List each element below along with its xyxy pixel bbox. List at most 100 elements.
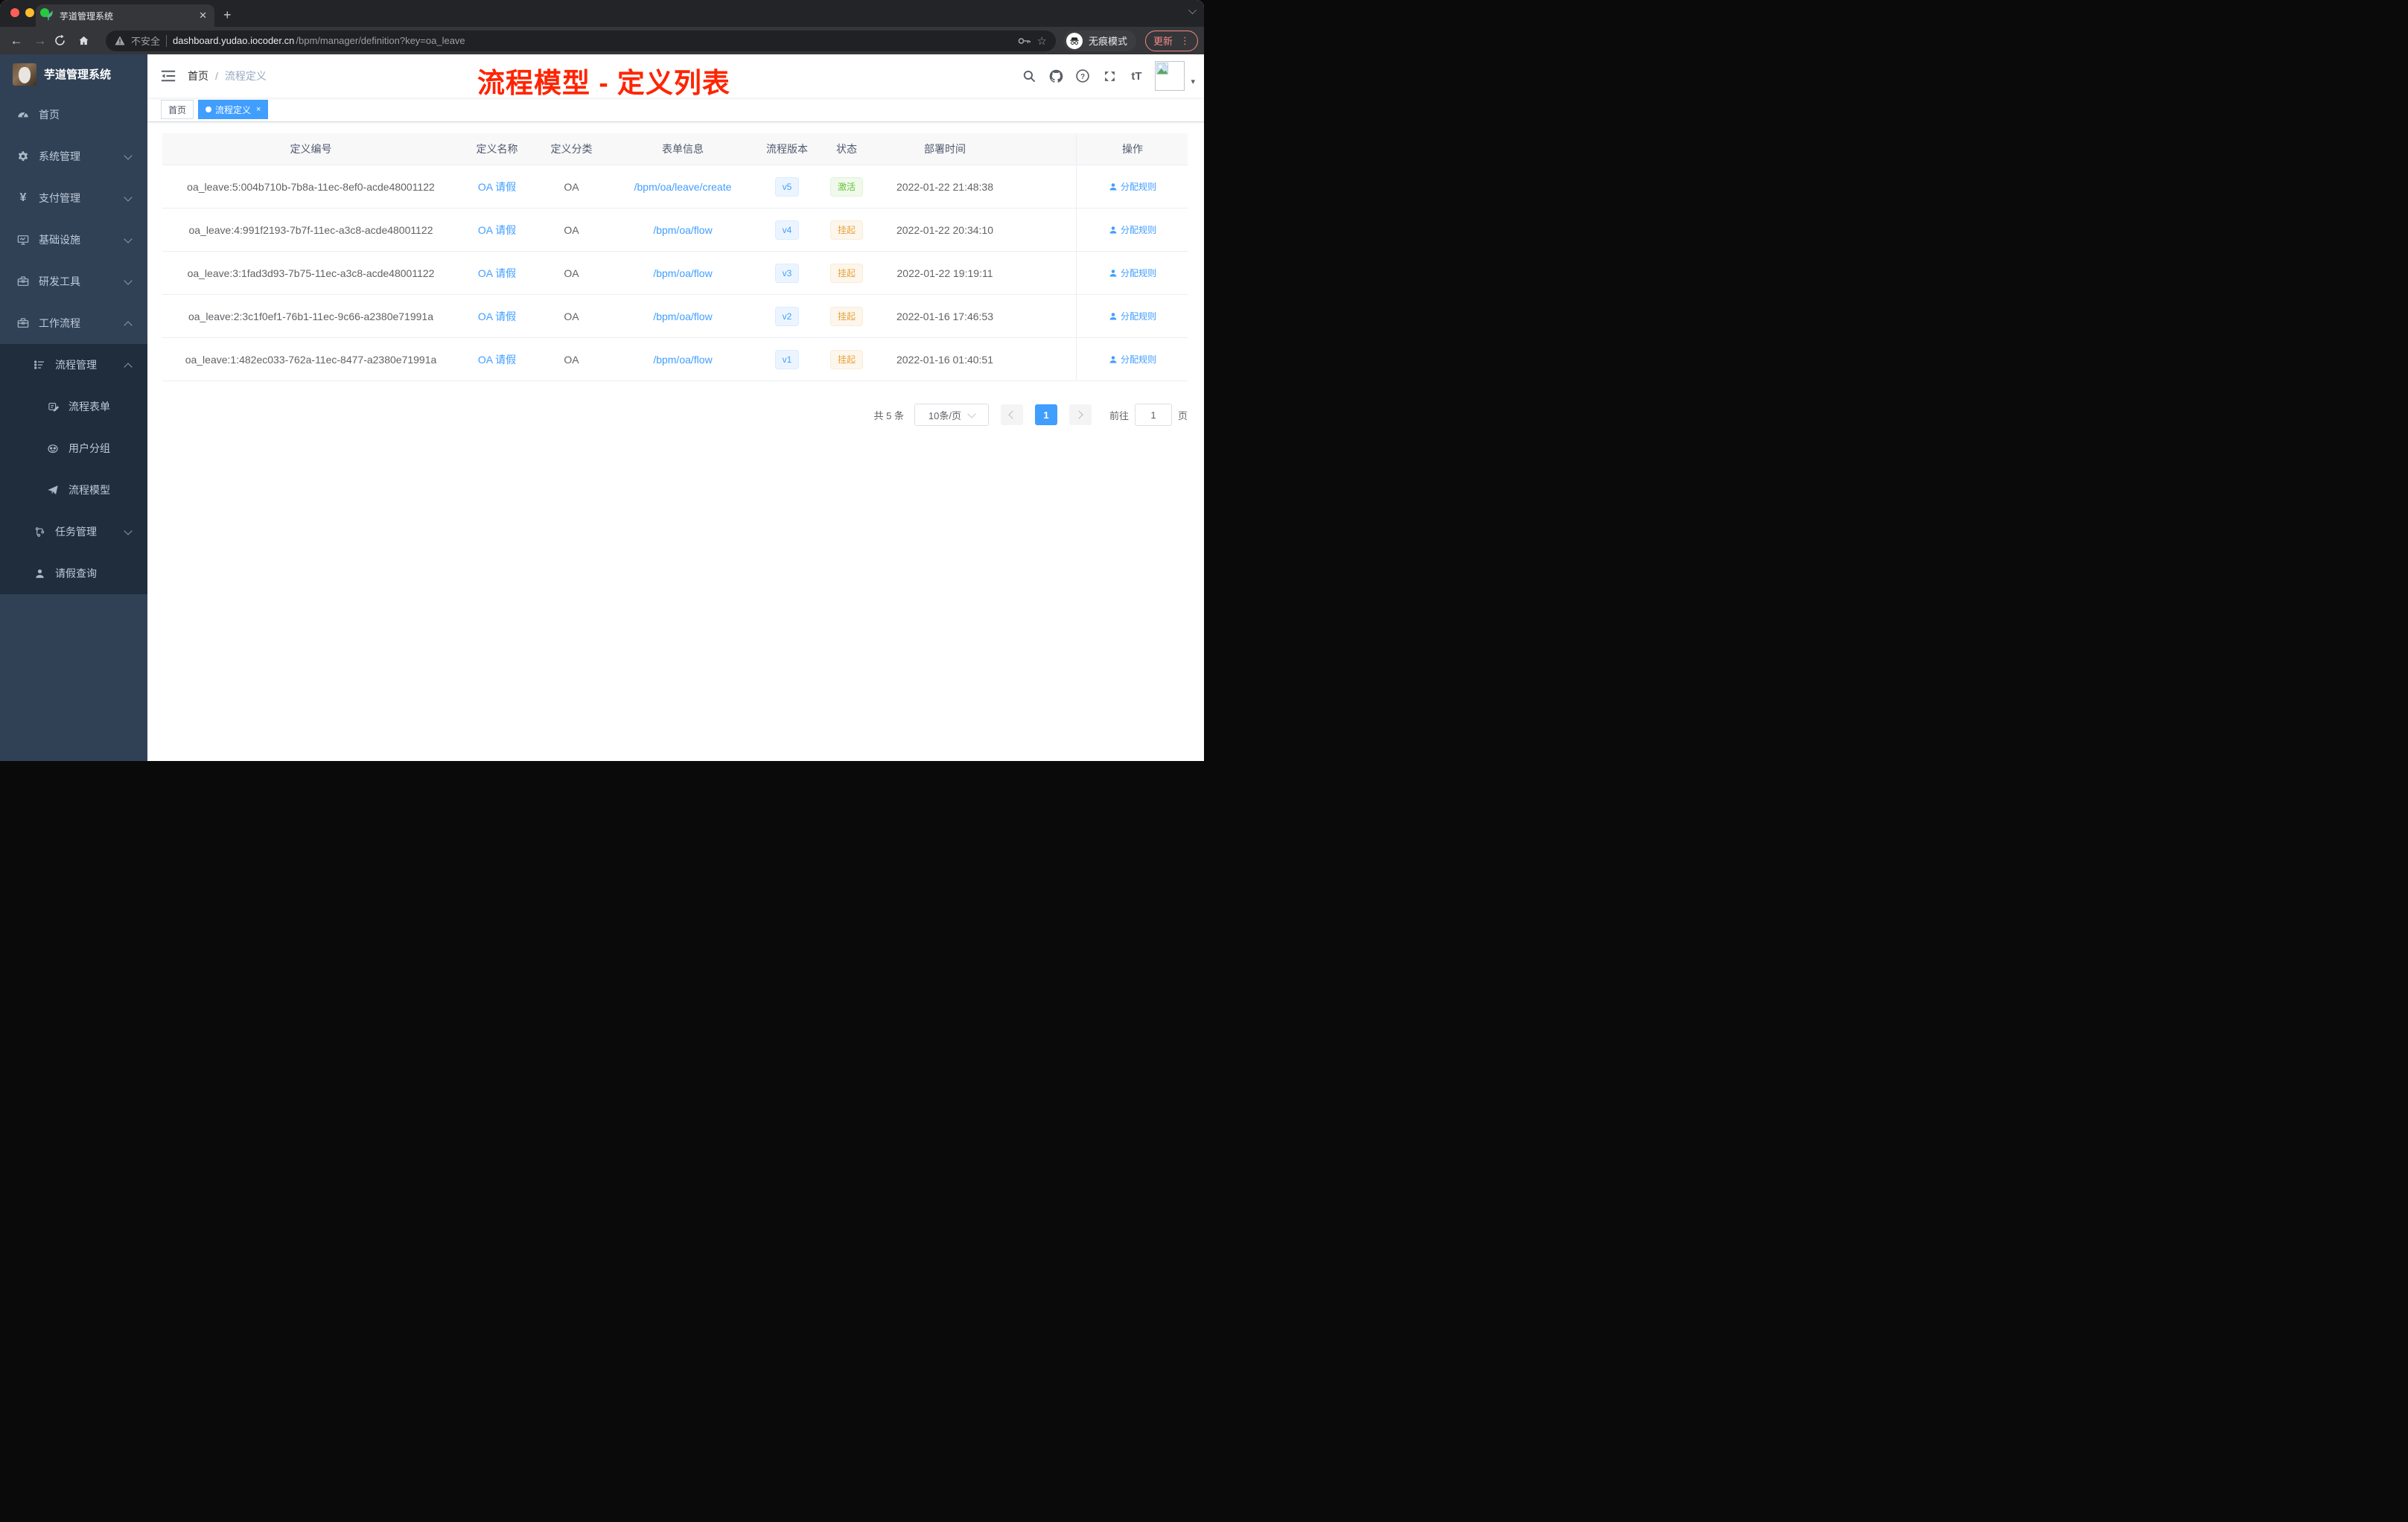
definition-id: oa_leave:1:482ec033-762a-11ec-8477-a2380… [185, 353, 437, 366]
browser-window: 芋道管理系统 ✕ + ← → 不安全 dashboard.yudao.iocod… [0, 0, 1204, 761]
minimize-window-button[interactable] [25, 8, 34, 17]
breadcrumb-separator: / [215, 70, 218, 82]
user-icon [1109, 226, 1117, 233]
page-size-select[interactable]: 10条/页 [914, 404, 989, 426]
form-link[interactable]: /bpm/oa/leave/create [634, 181, 732, 193]
github-icon[interactable] [1048, 68, 1064, 84]
close-window-button[interactable] [10, 8, 19, 17]
font-size-icon[interactable]: tT [1128, 68, 1144, 84]
deploy-time: 2022-01-22 20:34:10 [896, 223, 993, 236]
table-row: oa_leave:3:1fad3d93-7b75-11ec-a3c8-acde4… [162, 252, 1188, 295]
sidebar-item-system[interactable]: 系统管理 [0, 136, 147, 177]
table-row: oa_leave:5:004b710b-7b8a-11ec-8ef0-acde4… [162, 165, 1188, 208]
version-badge: v2 [774, 306, 800, 326]
sidebar-item-process-form[interactable]: 流程表单 [0, 386, 147, 427]
status-badge: 激活 [829, 176, 863, 197]
chevron-down-icon [967, 409, 976, 418]
pagination: 共 5 条 10条/页 1 前往 页 [162, 404, 1188, 426]
fullscreen-icon[interactable] [1101, 68, 1118, 84]
sidebar-item-task-mgmt[interactable]: 任务管理 [0, 511, 147, 553]
help-question-icon[interactable]: ? [1074, 68, 1091, 84]
search-icon[interactable] [1021, 68, 1037, 84]
next-page-button[interactable] [1068, 404, 1092, 425]
sidebar-menu: 首页 系统管理 ¥ 支付管理 基础设施 研发工具 工作流程 流程管理 流程表单 … [0, 94, 147, 761]
definition-name-link[interactable]: OA 请假 [478, 224, 516, 236]
yen-icon: ¥ [19, 191, 27, 204]
deploy-time: 2022-01-22 21:48:38 [896, 180, 993, 193]
address-bar[interactable]: 不安全 dashboard.yudao.iocoder.cn/bpm/manag… [106, 30, 1056, 51]
chevron-down-icon [124, 235, 133, 243]
kebab-menu-icon[interactable]: ⋮ [1180, 35, 1190, 47]
zoom-window-button[interactable] [40, 8, 49, 17]
sidebar-item-process-mgmt[interactable]: 流程管理 [0, 344, 147, 386]
definition-name-link[interactable]: OA 请假 [478, 354, 516, 366]
breadcrumb-home[interactable]: 首页 [188, 69, 208, 83]
assign-rule-button[interactable]: 分配规则 [1109, 310, 1156, 322]
version-badge: v3 [774, 263, 800, 283]
sidebar-item-home[interactable]: 首页 [0, 94, 147, 136]
chrome-update-menu[interactable]: 更新 ⋮ [1144, 30, 1198, 51]
password-key-icon[interactable] [1018, 36, 1031, 45]
sidebar-item-user-group[interactable]: 用户分组 [0, 427, 147, 469]
user-icon [33, 568, 46, 579]
tag-process-definition[interactable]: 流程定义 × [198, 100, 269, 119]
sidebar-item-infra[interactable]: 基础设施 [0, 219, 147, 261]
tab-close-icon[interactable]: ✕ [199, 10, 207, 22]
new-tab-button[interactable]: + [223, 7, 232, 23]
update-label[interactable]: 更新 [1153, 34, 1173, 48]
bookmark-star-icon[interactable]: ☆ [1037, 34, 1047, 48]
security-warning-icon[interactable] [115, 36, 125, 45]
tag-home[interactable]: 首页 [161, 100, 194, 119]
user-icon [1109, 182, 1117, 190]
goto-page-input[interactable] [1134, 404, 1172, 426]
definition-name-link[interactable]: OA 请假 [478, 311, 516, 322]
chevron-up-icon [124, 321, 133, 330]
list-tree-icon [33, 359, 46, 371]
sidebar-item-process-model[interactable]: 流程模型 [0, 469, 147, 511]
table-row: oa_leave:4:991f2193-7b7f-11ec-a3c8-acde4… [162, 208, 1188, 252]
tab-search-chevron-icon[interactable] [1188, 6, 1197, 14]
definition-id: oa_leave:2:3c1f0ef1-76b1-11ec-9c66-a2380… [188, 310, 433, 322]
form-link[interactable]: /bpm/oa/flow [653, 311, 712, 322]
sidebar-item-workflow[interactable]: 工作流程 [0, 302, 147, 344]
home-button[interactable] [77, 34, 98, 47]
window-controls[interactable] [10, 8, 49, 17]
sidebar-logo[interactable]: 芋道管理系统 [0, 54, 147, 94]
user-icon [1109, 269, 1117, 276]
app-root: 芋道管理系统 首页 系统管理 ¥ 支付管理 基础设施 研发工具 工作流程 流程管… [0, 54, 1204, 761]
close-tag-icon[interactable]: × [256, 105, 261, 114]
security-label[interactable]: 不安全 [131, 34, 160, 48]
definition-category: OA [564, 180, 579, 193]
definition-table: 定义编号 定义名称 定义分类 表单信息 流程版本 状态 部署时间 操作 oa_l… [162, 133, 1188, 381]
form-link[interactable]: /bpm/oa/flow [653, 267, 712, 279]
prev-page-button[interactable] [1000, 404, 1023, 425]
assign-rule-button[interactable]: 分配规则 [1109, 267, 1156, 279]
user-icon [1109, 355, 1117, 363]
definition-name-link[interactable]: OA 请假 [478, 267, 516, 279]
reload-button[interactable] [54, 34, 74, 47]
avatar-caret-icon[interactable]: ▾ [1191, 77, 1195, 86]
avatar-broken-image[interactable] [1155, 61, 1185, 91]
definition-id: oa_leave:3:1fad3d93-7b75-11ec-a3c8-acde4… [187, 267, 435, 279]
definition-name-link[interactable]: OA 请假 [478, 181, 516, 193]
definition-category: OA [564, 267, 579, 279]
assign-rule-button[interactable]: 分配规则 [1109, 223, 1156, 236]
forward-button[interactable]: → [30, 34, 51, 48]
sidebar-fold-icon[interactable] [161, 69, 176, 83]
current-page-button[interactable]: 1 [1034, 404, 1057, 425]
version-badge: v4 [774, 220, 800, 240]
form-link[interactable]: /bpm/oa/flow [653, 354, 712, 366]
sidebar-item-devtools[interactable]: 研发工具 [0, 261, 147, 302]
back-button[interactable]: ← [6, 34, 27, 48]
assign-rule-button[interactable]: 分配规则 [1109, 353, 1156, 366]
form-edit-icon [46, 401, 60, 413]
sidebar-item-payment[interactable]: ¥ 支付管理 [0, 177, 147, 219]
browser-tab[interactable]: 芋道管理系统 ✕ [36, 4, 214, 27]
sidebar-item-leave-query[interactable]: 请假查询 [0, 553, 147, 594]
breadcrumb-current: 流程定义 [224, 70, 267, 82]
pagination-jumper: 前往 页 [1109, 404, 1188, 426]
user-icon [1109, 312, 1117, 319]
definition-category: OA [564, 223, 579, 236]
form-link[interactable]: /bpm/oa/flow [653, 224, 712, 236]
assign-rule-button[interactable]: 分配规则 [1109, 180, 1156, 193]
